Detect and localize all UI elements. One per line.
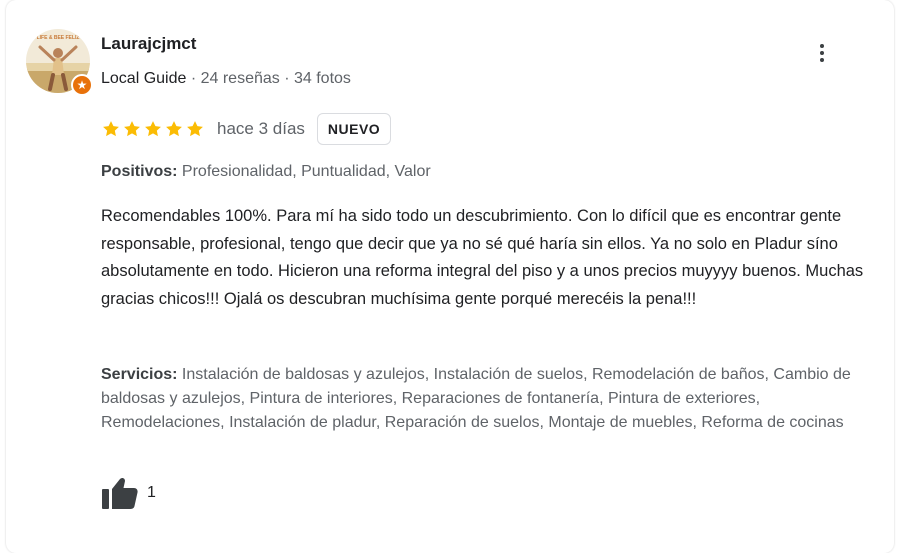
star-icon: [166, 121, 182, 137]
rating-row: hace 3 días NUEVO: [101, 112, 392, 146]
positives-value: Profesionalidad, Puntualidad, Valor: [177, 163, 431, 180]
more-vertical-icon[interactable]: [808, 38, 836, 68]
star-icon: [187, 121, 203, 137]
star-rating: [101, 119, 205, 139]
avatar[interactable]: LIFE & BEE FELIZ ★: [26, 29, 93, 96]
new-badge: NUEVO: [316, 113, 392, 145]
services-label: Servicios:: [101, 366, 178, 383]
star-icon: [145, 121, 161, 137]
star-icon: [124, 121, 140, 137]
positives-attribute: Positivos: Profesionalidad, Puntualidad,…: [101, 161, 861, 183]
star-icon: [103, 121, 119, 137]
thumbs-up-icon: [102, 477, 138, 509]
local-guide-label: Local Guide: [101, 70, 187, 87]
author-meta: Local Guide · 24 reseñas · 34 fotos: [101, 70, 351, 88]
review-time: hace 3 días: [217, 119, 305, 138]
like-count: 1: [147, 484, 156, 501]
like-button[interactable]: 1: [101, 475, 156, 511]
local-guide-star-icon: ★: [71, 74, 93, 96]
services-value: Instalación de baldosas y azulejos, Inst…: [101, 366, 851, 431]
author-stats: · 24 reseñas · 34 fotos: [186, 70, 351, 87]
author-name[interactable]: Laurajcjmct: [101, 34, 196, 54]
review-text: Recomendables 100%. Para mí ha sido todo…: [101, 207, 864, 308]
positives-label: Positivos:: [101, 163, 178, 180]
services-attribute: Servicios: Instalación de baldosas y azu…: [101, 363, 876, 435]
